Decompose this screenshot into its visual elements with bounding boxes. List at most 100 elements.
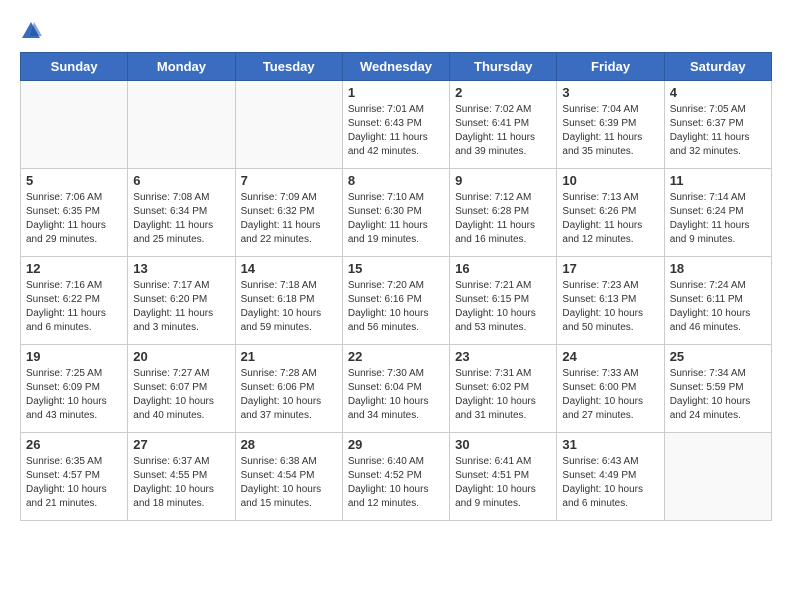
day-info: Sunrise: 7:27 AM Sunset: 6:07 PM Dayligh… xyxy=(133,367,229,423)
day-info: Sunrise: 6:37 AM Sunset: 4:55 PM Dayligh… xyxy=(133,455,229,511)
day-header-friday: Friday xyxy=(557,53,664,81)
day-info: Sunrise: 7:10 AM Sunset: 6:30 PM Dayligh… xyxy=(348,191,444,247)
calendar-cell: 22 Sunrise: 7:30 AM Sunset: 6:04 PM Dayli… xyxy=(342,345,449,433)
calendar-cell: 25Sunrise: 7:34 AM Sunset: 5:59 PM Dayli… xyxy=(664,345,771,433)
calendar-cell: 28 Sunrise: 6:38 AM Sunset: 4:54 PM Dayli… xyxy=(235,433,342,521)
day-number: 13 xyxy=(133,261,229,276)
day-number: 21 xyxy=(241,349,337,364)
day-number: 4 xyxy=(670,85,766,100)
calendar-cell: 30 Sunrise: 6:41 AM Sunset: 4:51 PM Dayli… xyxy=(450,433,557,521)
day-info: Sunrise: 7:06 AM Sunset: 6:35 PM Dayligh… xyxy=(26,191,122,247)
calendar-cell: 12Sunrise: 7:16 AM Sunset: 6:22 PM Dayli… xyxy=(21,257,128,345)
day-number: 20 xyxy=(133,349,229,364)
day-number: 22 xyxy=(348,349,444,364)
day-info: Sunrise: 7:13 AM Sunset: 6:26 PM Dayligh… xyxy=(562,191,658,247)
calendar-cell: 6 Sunrise: 7:08 AM Sunset: 6:34 PM Daylig… xyxy=(128,169,235,257)
calendar-cell: 18 Sunrise: 7:24 AM Sunset: 6:11 PM Dayli… xyxy=(664,257,771,345)
day-info: Sunrise: 7:30 AM Sunset: 6:04 PM Dayligh… xyxy=(348,367,444,423)
calendar-cell xyxy=(235,81,342,169)
calendar-cell: 21 Sunrise: 7:28 AM Sunset: 6:06 PM Dayli… xyxy=(235,345,342,433)
day-number: 31 xyxy=(562,437,658,452)
page-header xyxy=(20,20,772,42)
calendar-cell: 15 Sunrise: 7:20 AM Sunset: 6:16 PM Dayli… xyxy=(342,257,449,345)
day-number: 3 xyxy=(562,85,658,100)
day-header-thursday: Thursday xyxy=(450,53,557,81)
day-number: 11 xyxy=(670,173,766,188)
day-info: Sunrise: 7:34 AM Sunset: 5:59 PM Dayligh… xyxy=(670,367,766,423)
day-info: Sunrise: 7:05 AM Sunset: 6:37 PM Dayligh… xyxy=(670,103,766,159)
day-info: Sunrise: 7:33 AM Sunset: 6:00 PM Dayligh… xyxy=(562,367,658,423)
calendar-cell: 9 Sunrise: 7:12 AM Sunset: 6:28 PM Daylig… xyxy=(450,169,557,257)
day-number: 6 xyxy=(133,173,229,188)
day-number: 27 xyxy=(133,437,229,452)
day-number: 18 xyxy=(670,261,766,276)
day-info: Sunrise: 7:12 AM Sunset: 6:28 PM Dayligh… xyxy=(455,191,551,247)
day-info: Sunrise: 7:02 AM Sunset: 6:41 PM Dayligh… xyxy=(455,103,551,159)
day-info: Sunrise: 6:40 AM Sunset: 4:52 PM Dayligh… xyxy=(348,455,444,511)
day-header-monday: Monday xyxy=(128,53,235,81)
day-info: Sunrise: 7:18 AM Sunset: 6:18 PM Dayligh… xyxy=(241,279,337,335)
day-info: Sunrise: 7:23 AM Sunset: 6:13 PM Dayligh… xyxy=(562,279,658,335)
calendar-cell: 17 Sunrise: 7:23 AM Sunset: 6:13 PM Dayli… xyxy=(557,257,664,345)
day-info: Sunrise: 7:01 AM Sunset: 6:43 PM Dayligh… xyxy=(348,103,444,159)
day-header-sunday: Sunday xyxy=(21,53,128,81)
calendar-cell: 23 Sunrise: 7:31 AM Sunset: 6:02 PM Dayli… xyxy=(450,345,557,433)
day-header-tuesday: Tuesday xyxy=(235,53,342,81)
calendar-cell: 11 Sunrise: 7:14 AM Sunset: 6:24 PM Dayli… xyxy=(664,169,771,257)
day-number: 30 xyxy=(455,437,551,452)
day-header-wednesday: Wednesday xyxy=(342,53,449,81)
calendar-cell: 31 Sunrise: 6:43 AM Sunset: 4:49 PM Dayli… xyxy=(557,433,664,521)
day-number: 5 xyxy=(26,173,122,188)
day-number: 19 xyxy=(26,349,122,364)
calendar-cell: 16Sunrise: 7:21 AM Sunset: 6:15 PM Dayli… xyxy=(450,257,557,345)
calendar-cell: 19 Sunrise: 7:25 AM Sunset: 6:09 PM Dayli… xyxy=(21,345,128,433)
day-number: 10 xyxy=(562,173,658,188)
day-info: Sunrise: 6:35 AM Sunset: 4:57 PM Dayligh… xyxy=(26,455,122,511)
day-info: Sunrise: 7:21 AM Sunset: 6:15 PM Dayligh… xyxy=(455,279,551,335)
calendar-cell: 24 Sunrise: 7:33 AM Sunset: 6:00 PM Dayli… xyxy=(557,345,664,433)
day-info: Sunrise: 7:31 AM Sunset: 6:02 PM Dayligh… xyxy=(455,367,551,423)
day-info: Sunrise: 7:28 AM Sunset: 6:06 PM Dayligh… xyxy=(241,367,337,423)
day-number: 1 xyxy=(348,85,444,100)
calendar-cell: 29 Sunrise: 6:40 AM Sunset: 4:52 PM Dayli… xyxy=(342,433,449,521)
day-info: Sunrise: 7:20 AM Sunset: 6:16 PM Dayligh… xyxy=(348,279,444,335)
calendar-cell: 3 Sunrise: 7:04 AM Sunset: 6:39 PM Daylig… xyxy=(557,81,664,169)
logo-icon xyxy=(20,20,42,42)
day-info: Sunrise: 7:25 AM Sunset: 6:09 PM Dayligh… xyxy=(26,367,122,423)
day-info: Sunrise: 7:16 AM Sunset: 6:22 PM Dayligh… xyxy=(26,279,122,335)
calendar-cell xyxy=(21,81,128,169)
calendar-cell: 1 Sunrise: 7:01 AM Sunset: 6:43 PM Daylig… xyxy=(342,81,449,169)
calendar-cell: 8 Sunrise: 7:10 AM Sunset: 6:30 PM Daylig… xyxy=(342,169,449,257)
day-number: 17 xyxy=(562,261,658,276)
day-number: 29 xyxy=(348,437,444,452)
day-info: Sunrise: 6:41 AM Sunset: 4:51 PM Dayligh… xyxy=(455,455,551,511)
calendar-cell: 14 Sunrise: 7:18 AM Sunset: 6:18 PM Dayli… xyxy=(235,257,342,345)
day-number: 14 xyxy=(241,261,337,276)
calendar-cell xyxy=(128,81,235,169)
day-number: 24 xyxy=(562,349,658,364)
day-number: 2 xyxy=(455,85,551,100)
day-info: Sunrise: 7:14 AM Sunset: 6:24 PM Dayligh… xyxy=(670,191,766,247)
day-info: Sunrise: 7:24 AM Sunset: 6:11 PM Dayligh… xyxy=(670,279,766,335)
day-info: Sunrise: 7:17 AM Sunset: 6:20 PM Dayligh… xyxy=(133,279,229,335)
logo xyxy=(20,20,46,42)
calendar-cell: 13 Sunrise: 7:17 AM Sunset: 6:20 PM Dayli… xyxy=(128,257,235,345)
calendar-cell: 7Sunrise: 7:09 AM Sunset: 6:32 PM Daylig… xyxy=(235,169,342,257)
calendar-cell: 20 Sunrise: 7:27 AM Sunset: 6:07 PM Dayli… xyxy=(128,345,235,433)
day-number: 15 xyxy=(348,261,444,276)
day-info: Sunrise: 7:04 AM Sunset: 6:39 PM Dayligh… xyxy=(562,103,658,159)
day-info: Sunrise: 7:08 AM Sunset: 6:34 PM Dayligh… xyxy=(133,191,229,247)
calendar-table: SundayMondayTuesdayWednesdayThursdayFrid… xyxy=(20,52,772,521)
day-info: Sunrise: 6:43 AM Sunset: 4:49 PM Dayligh… xyxy=(562,455,658,511)
calendar-cell: 4 Sunrise: 7:05 AM Sunset: 6:37 PM Daylig… xyxy=(664,81,771,169)
calendar-cell: 10 Sunrise: 7:13 AM Sunset: 6:26 PM Dayli… xyxy=(557,169,664,257)
day-number: 9 xyxy=(455,173,551,188)
day-number: 23 xyxy=(455,349,551,364)
day-info: Sunrise: 6:38 AM Sunset: 4:54 PM Dayligh… xyxy=(241,455,337,511)
calendar-cell: 26 Sunrise: 6:35 AM Sunset: 4:57 PM Dayli… xyxy=(21,433,128,521)
day-number: 8 xyxy=(348,173,444,188)
calendar-cell: 5 Sunrise: 7:06 AM Sunset: 6:35 PM Daylig… xyxy=(21,169,128,257)
day-number: 28 xyxy=(241,437,337,452)
day-number: 26 xyxy=(26,437,122,452)
day-header-saturday: Saturday xyxy=(664,53,771,81)
